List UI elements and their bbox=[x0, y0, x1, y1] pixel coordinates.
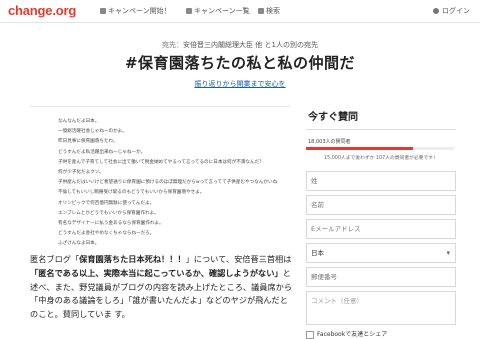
megaphone-icon bbox=[100, 8, 106, 14]
supporter-count: 18,003人の賛同者 bbox=[308, 139, 351, 145]
facebook-share-option[interactable]: Facebookで友達とシェア bbox=[306, 329, 456, 339]
letter-line: オリンピックで何百億円無駄に使ってんだよ。 bbox=[58, 200, 155, 206]
letter-line: 子供産んだはいいけど希望通りに保育園に預けるのほぼ無理だからwって言ってて子供産… bbox=[58, 180, 278, 186]
letter-line: なんなんだよ日本。 bbox=[58, 119, 100, 124]
login-link[interactable]: ログイン bbox=[433, 6, 470, 16]
petition-body: 匿名ブログ「保育園落ちた日本死ね！！！」について、安倍晋三首相は 「匿名である以… bbox=[30, 254, 293, 320]
signature-progress-bar bbox=[306, 147, 454, 150]
first-name-field[interactable] bbox=[306, 195, 456, 215]
letter-line: どうすんだよ私活躍出来ねーじゃねーか。 bbox=[58, 149, 146, 155]
letter-line: 子供を産んで子育てして社会に出て働いて税金納めてやるって言ってるのに日本は何が不… bbox=[58, 159, 264, 165]
letter-line: どうすんだよ会社やめなくちゃならねーだろ。 bbox=[58, 231, 155, 237]
change-org-logo[interactable]: change.org bbox=[8, 3, 76, 18]
start-campaign-link[interactable]: キャンペーン開始！ bbox=[100, 6, 171, 16]
letter-text: なんなんだよ日本。 一億総活躍社会じゃねーのかよ。 昨日見事に保育園落ちたわ。 … bbox=[58, 117, 278, 250]
share-checkbox[interactable] bbox=[306, 330, 314, 339]
petition-header: 宛先：安倍晋三内閣総理大臣 他 と1人の別の宛先 #保育園落ちたの私と私の仲間だ… bbox=[0, 40, 480, 89]
chevron-down-icon: ▾ bbox=[446, 249, 450, 257]
letter-line: エンブレムとかどうでもいいから保育園作れよ。 bbox=[58, 210, 159, 216]
campaign-list-link[interactable]: キャンペーン一覧 bbox=[186, 6, 250, 16]
last-name-field[interactable] bbox=[306, 171, 456, 191]
postal-code-field[interactable] bbox=[306, 267, 456, 287]
petition-subtitle-link[interactable]: 振り返りから開業まで安心を bbox=[0, 79, 480, 89]
user-icon bbox=[433, 8, 439, 14]
list-icon bbox=[186, 8, 192, 14]
search-link[interactable]: 検索 bbox=[258, 6, 280, 16]
sign-petition-sidebar: 今すぐ賛同 18,003人の賛同者 15,000人まで後わずか 107人の賛同者… bbox=[306, 108, 456, 339]
letter-line: 有名なデザイナーに払う金あるなら保育園作れよ。 bbox=[58, 221, 164, 227]
country-select[interactable]: 日本 ▾ bbox=[306, 243, 456, 263]
petition-addressee: 宛先：安倍晋三内閣総理大臣 他 と1人の別の宛先 bbox=[162, 41, 318, 49]
signatures-needed-text: 15,000人まで後わずか 107人の賛同者が必要です！ bbox=[324, 156, 438, 161]
top-navigation-bar: change.org キャンペーン開始！ キャンペーン一覧 検索 ログイン bbox=[0, 0, 480, 23]
sign-now-heading: 今すぐ賛同 bbox=[308, 112, 358, 123]
letter-line: 昨日見事に保育園落ちたわ。 bbox=[58, 139, 118, 145]
petition-title: #保育園落ちたの私と私の仲間だ bbox=[124, 54, 356, 72]
letter-line: 何が少子化だよクソ。 bbox=[58, 170, 104, 176]
petition-image-letter: なんなんだよ日本。 一億総活躍社会じゃねーのかよ。 昨日見事に保育園落ちたわ。 … bbox=[30, 106, 290, 257]
letter-line: ふざけんなよ日本。 bbox=[58, 241, 100, 247]
letter-line: 一億総活躍社会じゃねーのかよ。 bbox=[58, 129, 127, 135]
search-icon bbox=[258, 8, 264, 14]
divider bbox=[306, 129, 456, 130]
email-field[interactable] bbox=[306, 219, 456, 239]
letter-line: 不倫してもいいし賄賂受け取るのもどうでもいいから保育園増やせよ。 bbox=[58, 190, 205, 196]
